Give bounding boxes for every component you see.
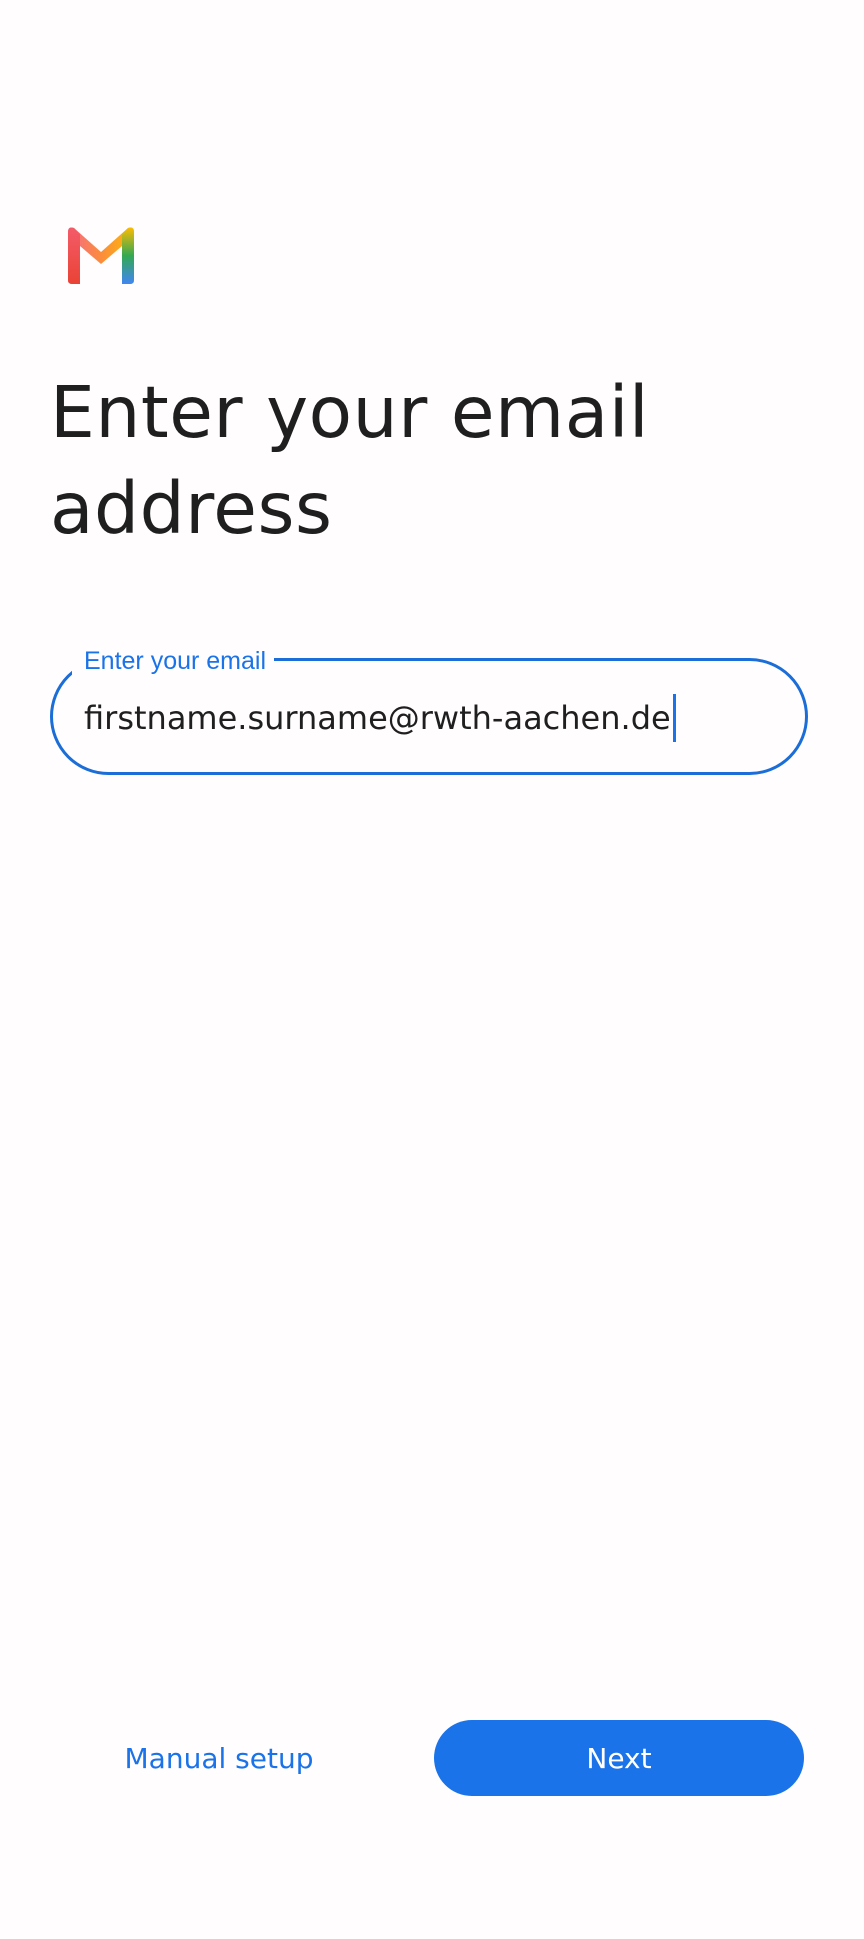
email-input-value[interactable]: firstname.surname@rwth-aachen.de [84, 699, 671, 737]
text-cursor [672, 694, 676, 742]
email-field-label: Enter your email [72, 646, 275, 676]
email-field-value-wrapper[interactable]: firstname.surname@rwth-aachen.de [84, 694, 676, 742]
manual-setup-button[interactable]: Manual setup [100, 1720, 338, 1796]
next-button[interactable]: Next [434, 1720, 804, 1796]
gmail-logo-icon [68, 227, 134, 284]
page-title: Enter your email address [50, 371, 650, 550]
